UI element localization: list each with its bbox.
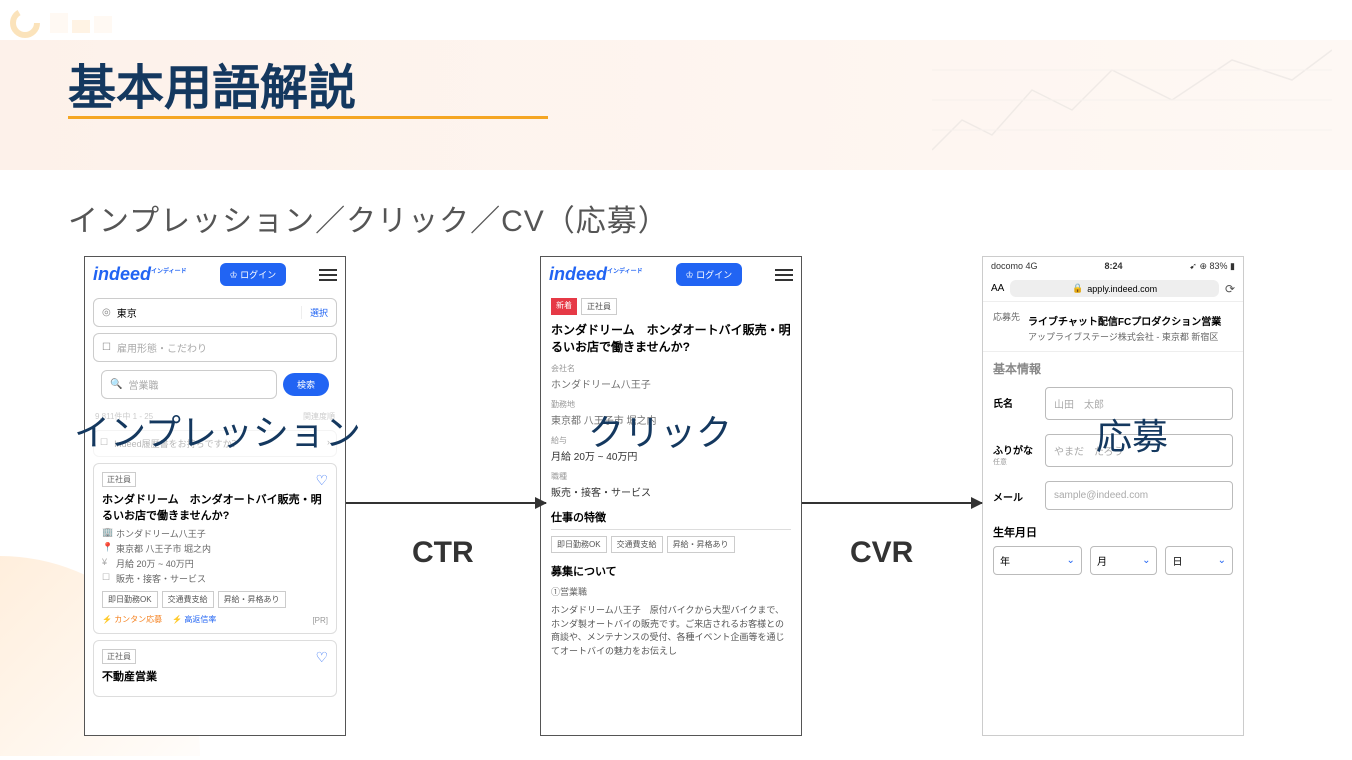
year-select[interactable]: 年⌄ bbox=[993, 546, 1082, 575]
basic-info-heading: 基本情報 bbox=[993, 360, 1233, 377]
company-label: 会社名 bbox=[551, 363, 791, 374]
features-heading: 仕事の特徴 bbox=[551, 509, 791, 530]
search-button[interactable]: 検索 bbox=[283, 373, 329, 396]
impression-screenshot: indeedインディード ♔ ログイン ◎ 東京 選択 ☐ 雇用形態・こだわり … bbox=[84, 256, 346, 736]
apply-screenshot: docomo 4G 8:24 ➹ ⊕ 83% ▮ AA 🔒apply.indee… bbox=[982, 256, 1244, 736]
company-value: ホンダドリーム八王子 bbox=[551, 376, 791, 391]
job-title: 不動産営業 bbox=[102, 668, 328, 684]
login-button[interactable]: ♔ ログイン bbox=[676, 263, 743, 286]
pin-icon: 📍 bbox=[102, 542, 112, 555]
high-reply-badge: ⚡ 高返信率 bbox=[172, 614, 216, 625]
click-label: クリック bbox=[588, 404, 732, 456]
month-select[interactable]: 月⌄ bbox=[1090, 546, 1158, 575]
email-input[interactable]: sample@indeed.com bbox=[1045, 481, 1233, 510]
job-card[interactable]: ♡ 正社員 不動産営業 bbox=[93, 640, 337, 697]
briefcase-icon: ☐ bbox=[102, 342, 111, 353]
heart-icon[interactable]: ♡ bbox=[315, 472, 328, 489]
arrow-ctr bbox=[346, 502, 546, 504]
cvr-label: CVR bbox=[850, 536, 913, 570]
chevron-down-icon: ⌄ bbox=[1218, 555, 1226, 566]
employment-tag: 正社員 bbox=[102, 472, 136, 487]
chevron-down-icon: ⌄ bbox=[1067, 555, 1075, 566]
apply-job-title: ライブチャット配信FCプロダクション営業 bbox=[1028, 313, 1233, 328]
slide-subtitle: インプレッション／クリック／CV（応募） bbox=[0, 124, 1352, 240]
arrow-cvr bbox=[802, 502, 982, 504]
employment-badge: 正社員 bbox=[581, 298, 617, 315]
search-icon: 🔍 bbox=[110, 379, 122, 390]
apply-label: 応募 bbox=[1096, 408, 1168, 460]
building-icon: 🏢 bbox=[102, 527, 112, 540]
ios-status-bar: docomo 4G 8:24 ➹ ⊕ 83% ▮ bbox=[983, 257, 1243, 276]
keyword-input[interactable]: 🔍 営業職 bbox=[101, 370, 277, 399]
apply-company: アップライブステージ株式会社 - 東京都 新宿区 bbox=[1028, 330, 1233, 343]
menu-icon[interactable] bbox=[319, 269, 337, 281]
role-value: 販売・接客・サービス bbox=[551, 484, 791, 499]
easy-apply-badge: ⚡ カンタン応募 bbox=[102, 614, 162, 625]
recruit-subheading: ①営業職 bbox=[551, 585, 791, 598]
keyword-row: 🔍 営業職 検索 bbox=[93, 368, 337, 401]
select-button[interactable]: 選択 bbox=[301, 306, 328, 319]
text-size-button[interactable]: AA bbox=[991, 283, 1004, 294]
feature-tag: 即日勤務OK bbox=[551, 536, 607, 553]
feature-tag: 即日勤務OK bbox=[102, 591, 158, 608]
url-bar[interactable]: 🔒apply.indeed.com bbox=[1010, 280, 1219, 297]
job-card[interactable]: ♡ 正社員 ホンダドリーム ホンダオートバイ販売・明るいお店で働きませんか? 🏢… bbox=[93, 463, 337, 634]
title-underline bbox=[68, 116, 548, 119]
login-button[interactable]: ♔ ログイン bbox=[220, 263, 287, 286]
heart-icon[interactable]: ♡ bbox=[315, 649, 328, 666]
click-screenshot: indeedインディード ♔ ログイン 新着 正社員 ホンダドリーム ホンダオー… bbox=[540, 256, 802, 736]
slide-title: 基本用語解説 bbox=[0, 0, 356, 124]
pr-label: [PR] bbox=[312, 616, 328, 625]
job-description: ホンダドリーム八王子 原付バイクから大型バイクまで、ホンダ製オートバイの販売です… bbox=[551, 604, 791, 658]
refresh-icon[interactable]: ⟳ bbox=[1225, 282, 1235, 296]
recruit-heading: 募集について bbox=[551, 563, 791, 579]
birthday-label: 生年月日 bbox=[993, 524, 1233, 540]
job-title: ホンダドリーム ホンダオートバイ販売・明るいお店で働きませんか? bbox=[102, 491, 328, 523]
employment-tag: 正社員 bbox=[102, 649, 136, 664]
yen-icon: ¥ bbox=[102, 557, 112, 570]
lock-icon: 🔒 bbox=[1072, 283, 1083, 294]
indeed-logo: indeedインディード bbox=[549, 264, 643, 285]
email-label: メール bbox=[993, 481, 1037, 504]
feature-tag: 昇給・昇格あり bbox=[667, 536, 735, 553]
new-badge: 新着 bbox=[551, 298, 577, 315]
role-label: 職種 bbox=[551, 471, 791, 482]
feature-tag: 昇給・昇格あり bbox=[218, 591, 286, 608]
impression-label: インプレッション bbox=[74, 404, 361, 456]
pin-icon: ◎ bbox=[102, 307, 111, 318]
location-input[interactable]: ◎ 東京 選択 bbox=[93, 298, 337, 327]
employment-input[interactable]: ☐ 雇用形態・こだわり bbox=[93, 333, 337, 362]
feature-tag: 交通費支給 bbox=[611, 536, 663, 553]
name-label: 氏名 bbox=[993, 387, 1037, 410]
ctr-label: CTR bbox=[412, 536, 474, 570]
indeed-logo: indeedインディード bbox=[93, 264, 187, 285]
chevron-down-icon: ⌄ bbox=[1142, 555, 1150, 566]
job-detail-title: ホンダドリーム ホンダオートバイ販売・明るいお店で働きませんか? bbox=[551, 321, 791, 355]
apply-to-label: 応募先 bbox=[993, 310, 1020, 343]
furigana-label: ふりがな任意 bbox=[993, 434, 1037, 467]
bag-icon: ☐ bbox=[102, 572, 112, 585]
feature-tag: 交通費支給 bbox=[162, 591, 214, 608]
menu-icon[interactable] bbox=[775, 269, 793, 281]
day-select[interactable]: 日⌄ bbox=[1165, 546, 1233, 575]
